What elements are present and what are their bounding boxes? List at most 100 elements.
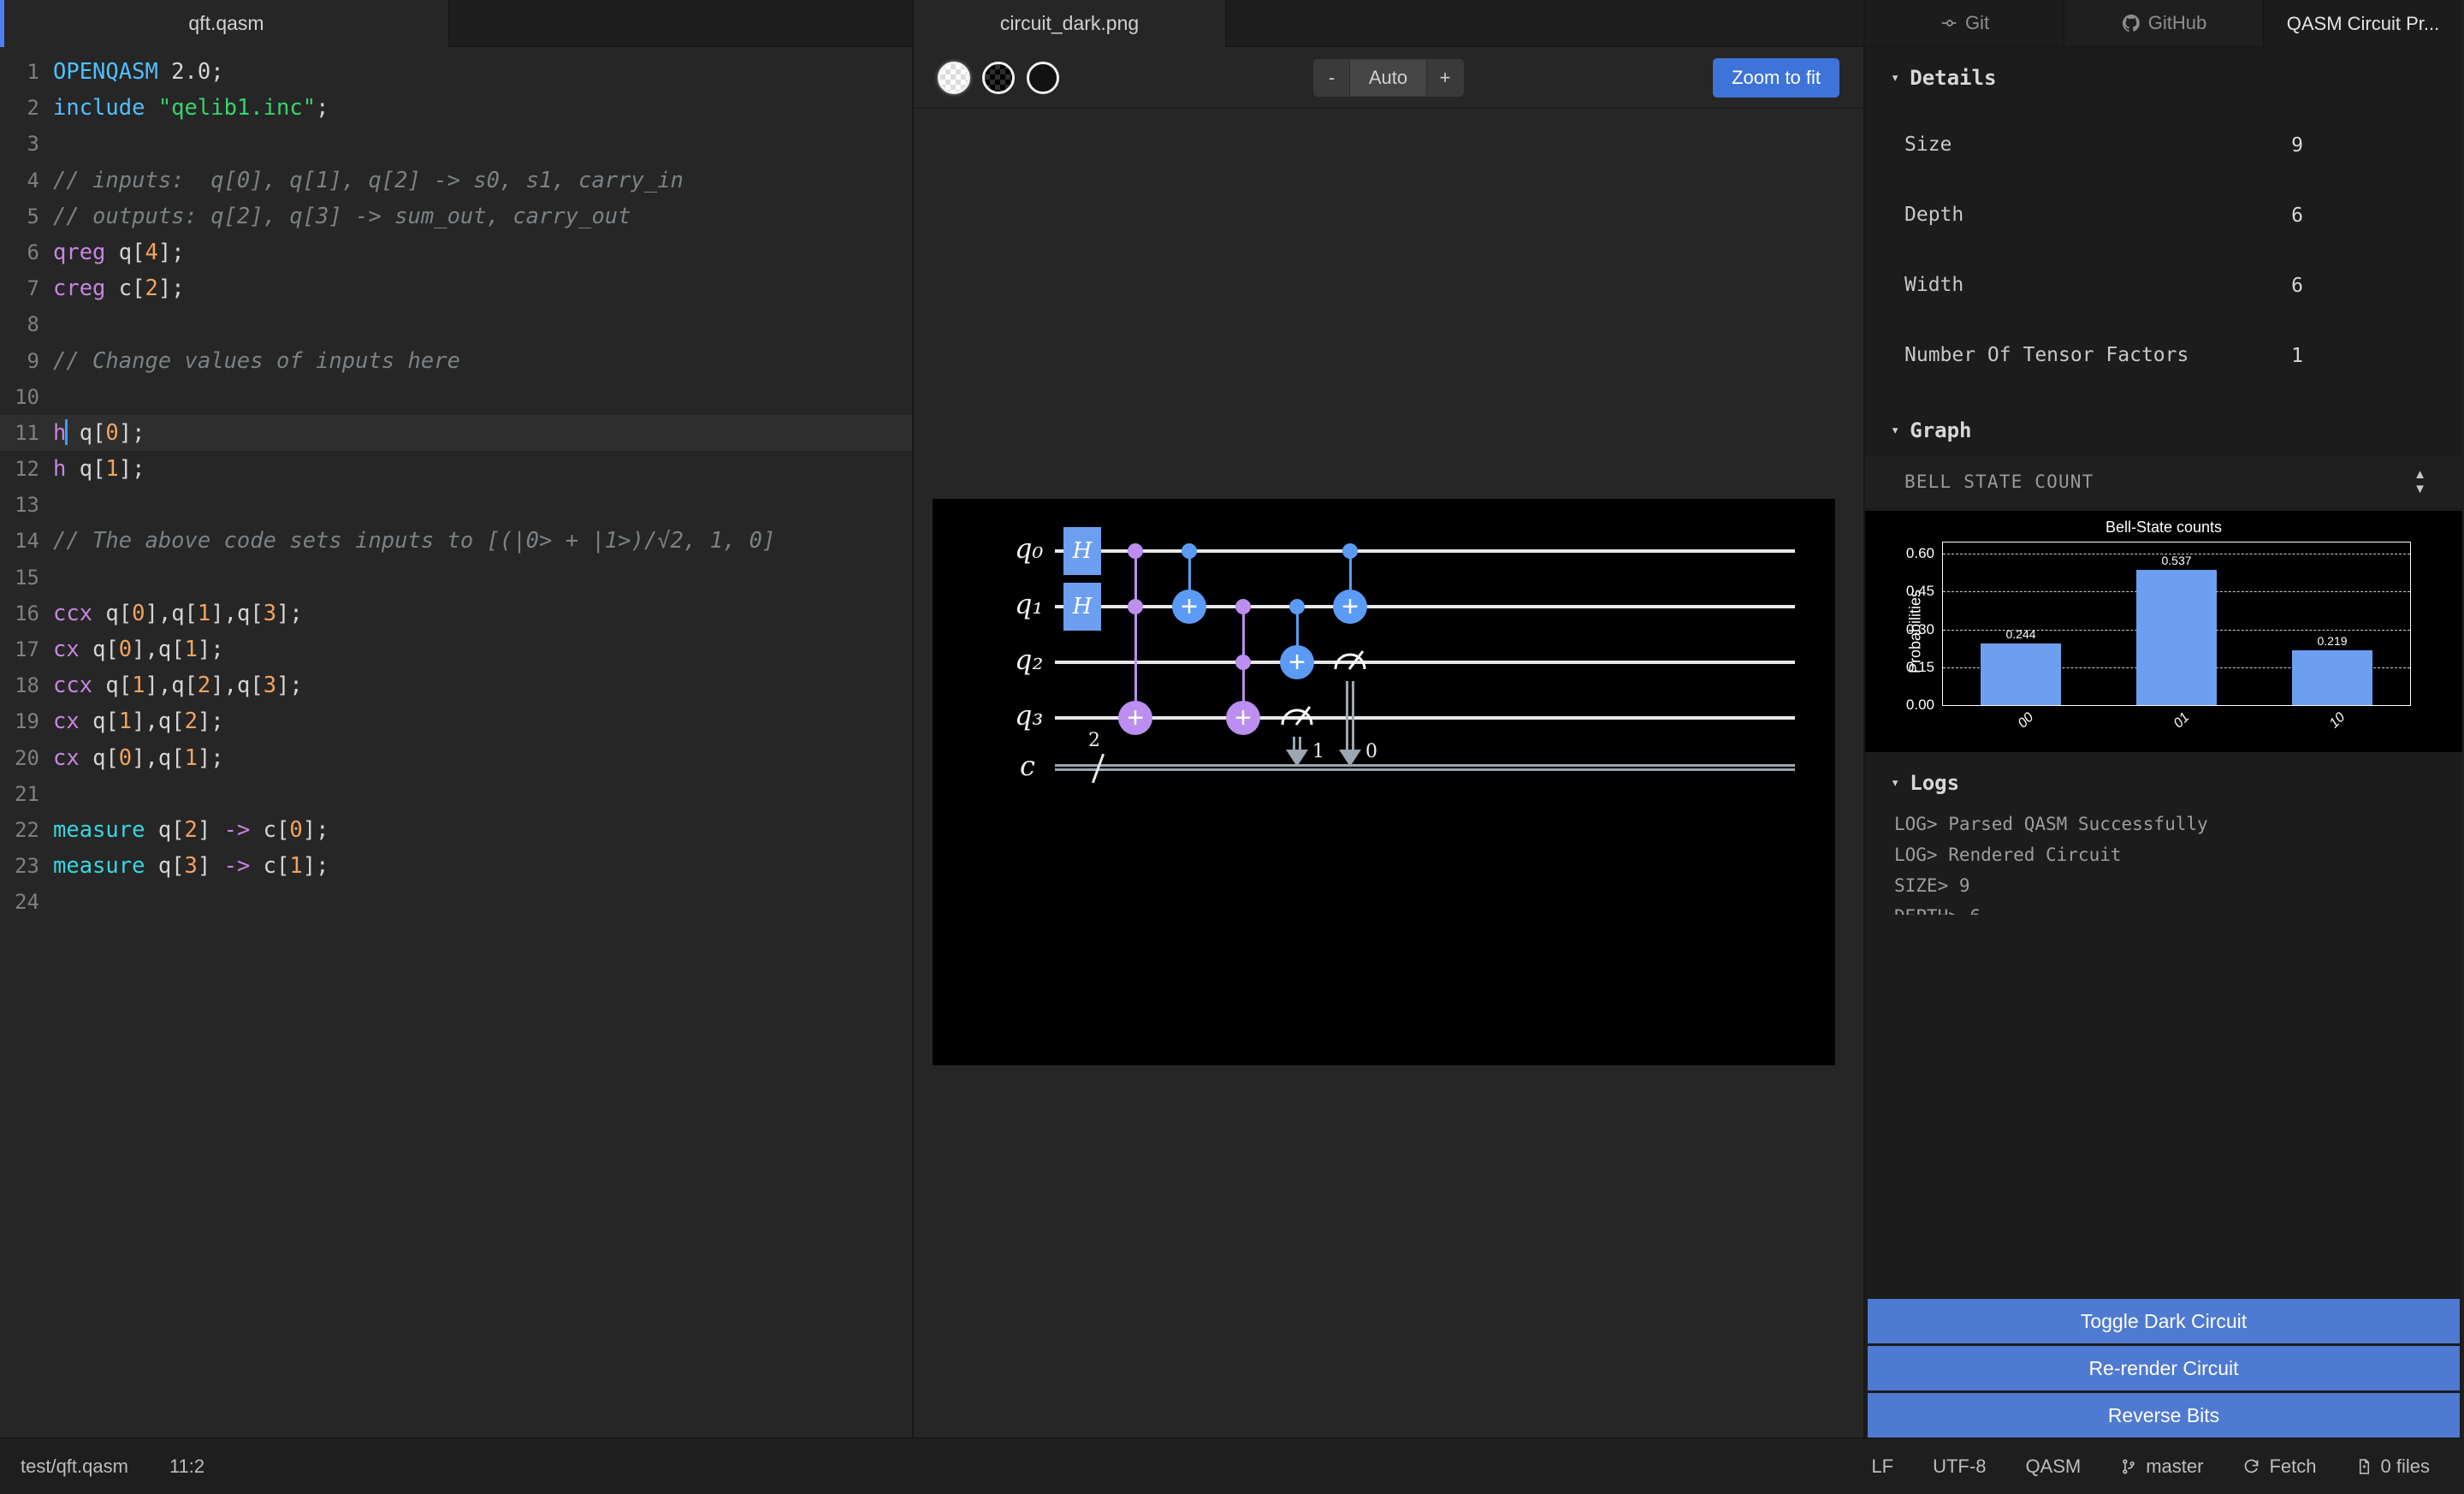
code-text: ccx q[0],q[1],q[3]; <box>53 596 303 631</box>
code-line[interactable]: 13 <box>0 487 912 523</box>
code-editor[interactable]: 1OPENQASM 2.0;2include "qelib1.inc";34//… <box>0 47 912 1438</box>
details-title: Details <box>1910 66 1996 90</box>
image-tabbar: circuit_dark.png <box>914 0 1863 47</box>
zoom-auto-button[interactable]: Auto <box>1350 60 1427 96</box>
code-line[interactable]: 1OPENQASM 2.0; <box>0 54 912 90</box>
code-line[interactable]: 11h q[0]; <box>0 415 912 451</box>
code-line[interactable]: 9// Change values of inputs here <box>0 343 912 379</box>
classical-wire-width-label: 2 <box>1088 730 1100 751</box>
code-text: OPENQASM 2.0; <box>53 54 224 90</box>
log-line: DEPTH> 6 <box>1894 901 2462 915</box>
line-number: 17 <box>0 631 53 667</box>
chevron-down-icon: ▾ <box>1891 422 1899 439</box>
circuit-diagram-image[interactable]: q₀q₁q₂q₃HH+++++ c210 <box>933 499 1835 1065</box>
code-line[interactable]: 6qreg q[4]; <box>0 234 912 270</box>
statusbar-encoding[interactable]: UTF-8 <box>1933 1455 1986 1478</box>
code-line[interactable]: 22measure q[2] -> c[0]; <box>0 812 912 848</box>
code-token: 4 <box>145 240 157 265</box>
tab-qasm-circuit-preview[interactable]: QASM Circuit Pr... <box>2264 0 2462 47</box>
line-number: 4 <box>0 163 53 199</box>
code-token: 1 <box>289 853 302 879</box>
tab-qft-qasm[interactable]: qft.qasm <box>0 0 448 47</box>
code-token: -> <box>224 817 251 843</box>
details-section-header[interactable]: ▾ Details <box>1865 47 2462 98</box>
statusbar-file-path[interactable]: test/qft.qasm <box>21 1455 128 1478</box>
code-line[interactable]: 12h q[1]; <box>0 451 912 487</box>
statusbar-files-changed[interactable]: 0 files <box>2356 1455 2430 1478</box>
dark-checker-swatch[interactable] <box>982 62 1015 94</box>
statusbar-fetch[interactable]: Fetch <box>2242 1455 2316 1478</box>
action-reverse-bits-button[interactable]: Reverse Bits <box>1868 1393 2460 1438</box>
code-line[interactable]: 24 <box>0 884 912 920</box>
code-token: // Change values of inputs here <box>53 348 460 374</box>
code-line[interactable]: 5// outputs: q[2], q[3] -> sum_out, carr… <box>0 199 912 234</box>
tab-github[interactable]: GitHub <box>2064 0 2264 47</box>
code-token: q[ <box>66 456 105 482</box>
code-token: ],q[ <box>210 673 263 698</box>
tab-git-label: Git <box>1965 12 1989 34</box>
line-number: 9 <box>0 343 53 379</box>
measure-connector-arrow <box>1286 750 1308 767</box>
action-re-render-circuit-button[interactable]: Re-render Circuit <box>1868 1346 2460 1390</box>
code-token: cx <box>53 708 80 734</box>
tab-circuit-dark-png[interactable]: circuit_dark.png <box>914 0 1225 47</box>
tab-git[interactable]: Git <box>1865 0 2064 47</box>
file-diff-icon <box>2356 1457 2372 1476</box>
detail-value: 1 <box>2291 345 2423 367</box>
h-gate: H <box>1063 583 1101 631</box>
code-line[interactable]: 19cx q[1],q[2]; <box>0 703 912 739</box>
code-line[interactable]: 3 <box>0 126 912 162</box>
code-line[interactable]: 8 <box>0 306 912 342</box>
right-sidebar-tabbar: Git GitHub QASM Circuit Pr... <box>1865 0 2462 47</box>
line-number: 16 <box>0 596 53 631</box>
code-line[interactable]: 2include "qelib1.inc"; <box>0 90 912 126</box>
code-token: cx <box>53 745 80 771</box>
code-line[interactable]: 7creg c[2]; <box>0 270 912 306</box>
control-line <box>1134 551 1137 718</box>
code-line[interactable]: 23measure q[3] -> c[1]; <box>0 848 912 884</box>
graph-section-header[interactable]: ▾ Graph <box>1865 400 2462 451</box>
code-token: c[ <box>105 276 145 301</box>
code-line[interactable]: 15 <box>0 560 912 596</box>
measure-connector-line <box>1346 681 1354 753</box>
graph-type-select[interactable]: BELL STATE COUNT ▲▼ <box>1865 456 2462 507</box>
code-token <box>145 95 157 121</box>
code-line[interactable]: 10 <box>0 379 912 415</box>
control-dot <box>1182 543 1197 559</box>
code-line[interactable]: 16ccx q[0],q[1],q[3]; <box>0 596 912 631</box>
statusbar-branch[interactable]: master <box>2120 1455 2203 1478</box>
code-line[interactable]: 17cx q[0],q[1]; <box>0 631 912 667</box>
code-line[interactable]: 20cx q[0],q[1]; <box>0 740 912 776</box>
code-token: 0 <box>105 420 118 446</box>
graph-title: Graph <box>1910 418 1971 442</box>
code-token: ]; <box>303 853 329 879</box>
code-line[interactable]: 21 <box>0 776 912 812</box>
code-text: // The above code sets inputs to [(|0> +… <box>53 523 775 559</box>
line-number: 10 <box>0 379 53 415</box>
code-token: 0 <box>132 601 145 626</box>
code-line[interactable]: 4// inputs: q[0], q[1], q[2] -> s0, s1, … <box>0 163 912 199</box>
logs-section-header[interactable]: ▾ Logs <box>1865 752 2462 803</box>
line-number: 6 <box>0 234 53 270</box>
image-tabbar-empty <box>1225 0 1863 47</box>
plain-swatch[interactable] <box>1027 62 1059 94</box>
code-line[interactable]: 18ccx q[1],q[2],q[3]; <box>0 667 912 703</box>
h-gate: H <box>1063 527 1101 575</box>
light-checker-swatch[interactable] <box>938 62 970 94</box>
statusbar-line-ending[interactable]: LF <box>1871 1455 1893 1478</box>
measure-bit-index-label: 1 <box>1312 741 1324 762</box>
statusbar-cursor-position[interactable]: 11:2 <box>169 1455 204 1478</box>
line-number: 3 <box>0 126 53 162</box>
detail-row: Depth6 <box>1904 181 2423 251</box>
action-toggle-dark-circuit-button[interactable]: Toggle Dark Circuit <box>1868 1299 2460 1343</box>
code-text: // Change values of inputs here <box>53 343 460 379</box>
code-token: 0 <box>289 817 302 843</box>
log-line: LOG> Parsed QASM Successfully <box>1894 809 2462 839</box>
chart-ytick-label: 0.60 <box>1906 545 1934 562</box>
code-line[interactable]: 14// The above code sets inputs to [(|0>… <box>0 523 912 559</box>
statusbar-language[interactable]: QASM <box>2025 1455 2081 1478</box>
zoom-to-fit-button[interactable]: Zoom to fit <box>1713 58 1839 98</box>
zoom-out-button[interactable]: - <box>1314 60 1350 96</box>
classical-wire <box>1055 764 1795 771</box>
zoom-in-button[interactable]: + <box>1427 60 1463 96</box>
